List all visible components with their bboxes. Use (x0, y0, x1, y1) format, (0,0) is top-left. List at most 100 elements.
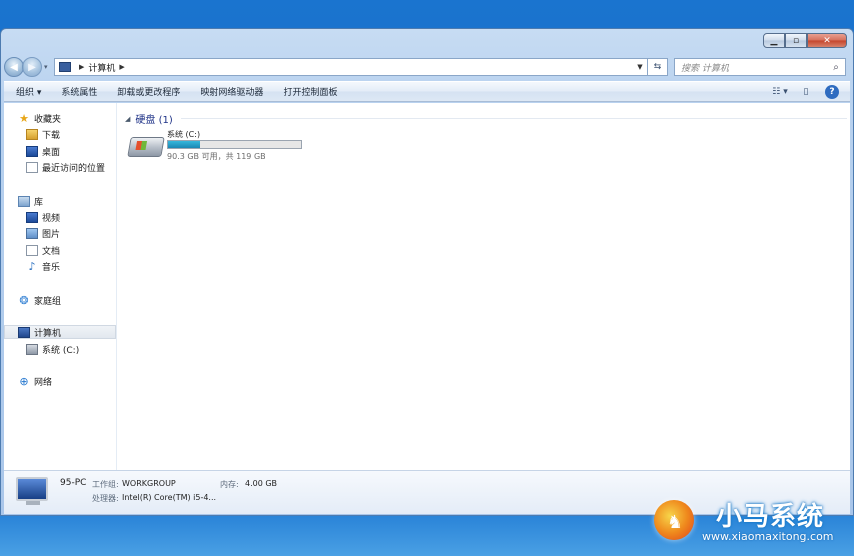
music-icon: ♪ (28, 259, 36, 273)
drive-name: 系统 (C:) (167, 130, 201, 139)
group-title: 硬盘 (1) (135, 115, 173, 126)
drive-usage-fill (168, 141, 200, 148)
memory-label: 内存: (220, 480, 239, 489)
nav-system-drive[interactable]: 系统 (C:) (26, 342, 79, 356)
computer-icon (59, 62, 71, 72)
nav-label: 系统 (C:) (42, 345, 80, 356)
nav-label: 文档 (42, 246, 61, 257)
nav-favorites[interactable]: ★ 收藏夹 (18, 111, 61, 125)
nav-computer[interactable]: 计算机 (4, 325, 116, 339)
open-control-panel-button[interactable]: 打开控制面板 (283, 85, 337, 98)
watermark-title: 小马系统 (716, 502, 825, 532)
refresh-button[interactable]: ⇆ (648, 58, 668, 76)
forward-arrow-icon: ▶ (28, 61, 36, 73)
address-bar[interactable]: ▶ 计算机 ▶ ▼ (54, 58, 648, 76)
documents-icon (26, 244, 38, 256)
homegroup-icon: ❂ (19, 293, 29, 307)
address-dropdown-icon[interactable]: ▼ (633, 63, 647, 71)
drive-icon (26, 343, 38, 355)
preview-pane-icon[interactable]: ▯ (798, 85, 814, 99)
memory-value: 4.00 GB (245, 479, 278, 488)
navigation-pane: ★ 收藏夹 下载 桌面 最近访问的位置 库 视频 图片 文档 ♪ 音乐 ❂ 家庭… (4, 103, 117, 470)
group-divider (180, 118, 847, 119)
videos-icon (26, 211, 38, 223)
nav-label: 计算机 (34, 328, 62, 339)
nav-downloads[interactable]: 下载 (26, 127, 60, 141)
search-icon[interactable]: ⌕ (827, 62, 845, 73)
forward-button[interactable]: ▶ (22, 57, 42, 77)
breadcrumb-arrow-icon[interactable]: ▶ (79, 63, 84, 71)
help-icon: ? (825, 84, 839, 99)
view-options-icon[interactable]: ☷ ▾ (772, 85, 788, 99)
search-placeholder: 搜索 计算机 (681, 63, 729, 74)
nav-network[interactable]: ⊕ 网络 (18, 374, 52, 388)
breadcrumb-computer[interactable]: 计算机 (88, 61, 115, 74)
computer-icon (18, 326, 30, 338)
toolbar-right: ☷ ▾ ▯ ? (762, 84, 850, 99)
drive-usage-bar (167, 140, 302, 149)
workgroup-label: 工作组: (92, 480, 119, 489)
nav-label: 下载 (42, 130, 61, 141)
workgroup-value: WORKGROUP (122, 479, 176, 488)
group-header-hard-disks[interactable]: ◢ 硬盘 (1) (125, 111, 847, 126)
network-icon: ⊕ (19, 374, 29, 388)
nav-videos[interactable]: 视频 (26, 210, 60, 224)
maximize-button[interactable]: ▫ (785, 33, 807, 48)
nav-label: 视频 (42, 213, 61, 224)
map-network-drive-button[interactable]: 映射网络驱动器 (200, 85, 263, 98)
minimize-button[interactable]: ▁ (763, 33, 785, 48)
hard-drive-icon (127, 137, 165, 157)
watermark: ♞ 小马系统 www.xiaomaxitong.com (654, 496, 846, 544)
explorer-window: ▁ ▫ ✕ ◀ ▶ ▾ ▶ 计算机 ▶ ▼ ⇆ 搜索 计算机 ⌕ 组织 ▾ 系统… (0, 28, 854, 516)
horse-icon: ♞ (666, 512, 684, 533)
cpu-value: Intel(R) Core(TM) i5-4... (122, 493, 217, 502)
address-row: ◀ ▶ ▾ ▶ 计算机 ▶ ▼ ⇆ 搜索 计算机 ⌕ (4, 56, 850, 78)
pictures-icon (26, 227, 38, 239)
nav-label: 网络 (34, 377, 53, 388)
libraries-icon (18, 195, 30, 207)
close-button[interactable]: ✕ (807, 33, 847, 48)
computer-icon (16, 477, 48, 501)
search-input[interactable]: 搜索 计算机 ⌕ (674, 58, 846, 76)
cpu-label: 处理器: (92, 494, 119, 503)
uninstall-program-button[interactable]: 卸载或更改程序 (117, 85, 180, 98)
desktop-icon (26, 145, 38, 157)
nav-documents[interactable]: 文档 (26, 243, 60, 257)
computer-stand (26, 501, 40, 505)
computer-name: 95-PC (60, 478, 87, 488)
watermark-url: www.xiaomaxitong.com (702, 530, 834, 543)
help-button[interactable]: ? (824, 84, 840, 99)
back-arrow-icon: ◀ (10, 61, 18, 73)
star-icon: ★ (19, 111, 29, 125)
watermark-logo: ♞ (654, 500, 694, 540)
drive-item-c[interactable]: 系统 (C:) 90.3 GB 可用，共 119 GB (127, 129, 329, 165)
nav-label: 家庭组 (34, 296, 62, 307)
recent-pages-dropdown[interactable]: ▾ (44, 63, 48, 71)
nav-label: 收藏夹 (34, 114, 62, 125)
refresh-icon: ⇆ (653, 62, 662, 72)
command-bar: 组织 ▾ 系统属性 卸载或更改程序 映射网络驱动器 打开控制面板 ☷ ▾ ▯ ? (4, 81, 850, 102)
back-button[interactable]: ◀ (4, 57, 24, 77)
nav-pictures[interactable]: 图片 (26, 226, 60, 240)
navigation-buttons: ◀ ▶ ▾ (4, 57, 52, 77)
system-properties-button[interactable]: 系统属性 (61, 85, 97, 98)
nav-desktop[interactable]: 桌面 (26, 144, 60, 158)
collapse-arrow-icon[interactable]: ◢ (125, 115, 130, 123)
drive-free-space: 90.3 GB 可用，共 119 GB (167, 152, 266, 161)
caption-buttons: ▁ ▫ ✕ (763, 33, 847, 49)
nav-label: 图片 (42, 229, 61, 240)
nav-libraries[interactable]: 库 (18, 194, 43, 208)
downloads-icon (26, 128, 38, 140)
nav-homegroup[interactable]: ❂ 家庭组 (18, 293, 61, 307)
nav-label: 最近访问的位置 (42, 163, 106, 174)
content-pane: ◢ 硬盘 (1) 系统 (C:) 90.3 GB 可用，共 119 GB (117, 103, 850, 470)
explorer-body: ★ 收藏夹 下载 桌面 最近访问的位置 库 视频 图片 文档 ♪ 音乐 ❂ 家庭… (4, 103, 850, 470)
nav-recent-places[interactable]: 最近访问的位置 (26, 160, 105, 174)
windows-logo-icon (135, 141, 148, 150)
nav-label: 桌面 (42, 147, 61, 158)
nav-music[interactable]: ♪ 音乐 (26, 259, 60, 273)
recent-places-icon (26, 161, 38, 173)
nav-label: 库 (34, 197, 44, 208)
organize-menu[interactable]: 组织 ▾ (16, 85, 41, 98)
breadcrumb-arrow-icon[interactable]: ▶ (119, 63, 124, 71)
